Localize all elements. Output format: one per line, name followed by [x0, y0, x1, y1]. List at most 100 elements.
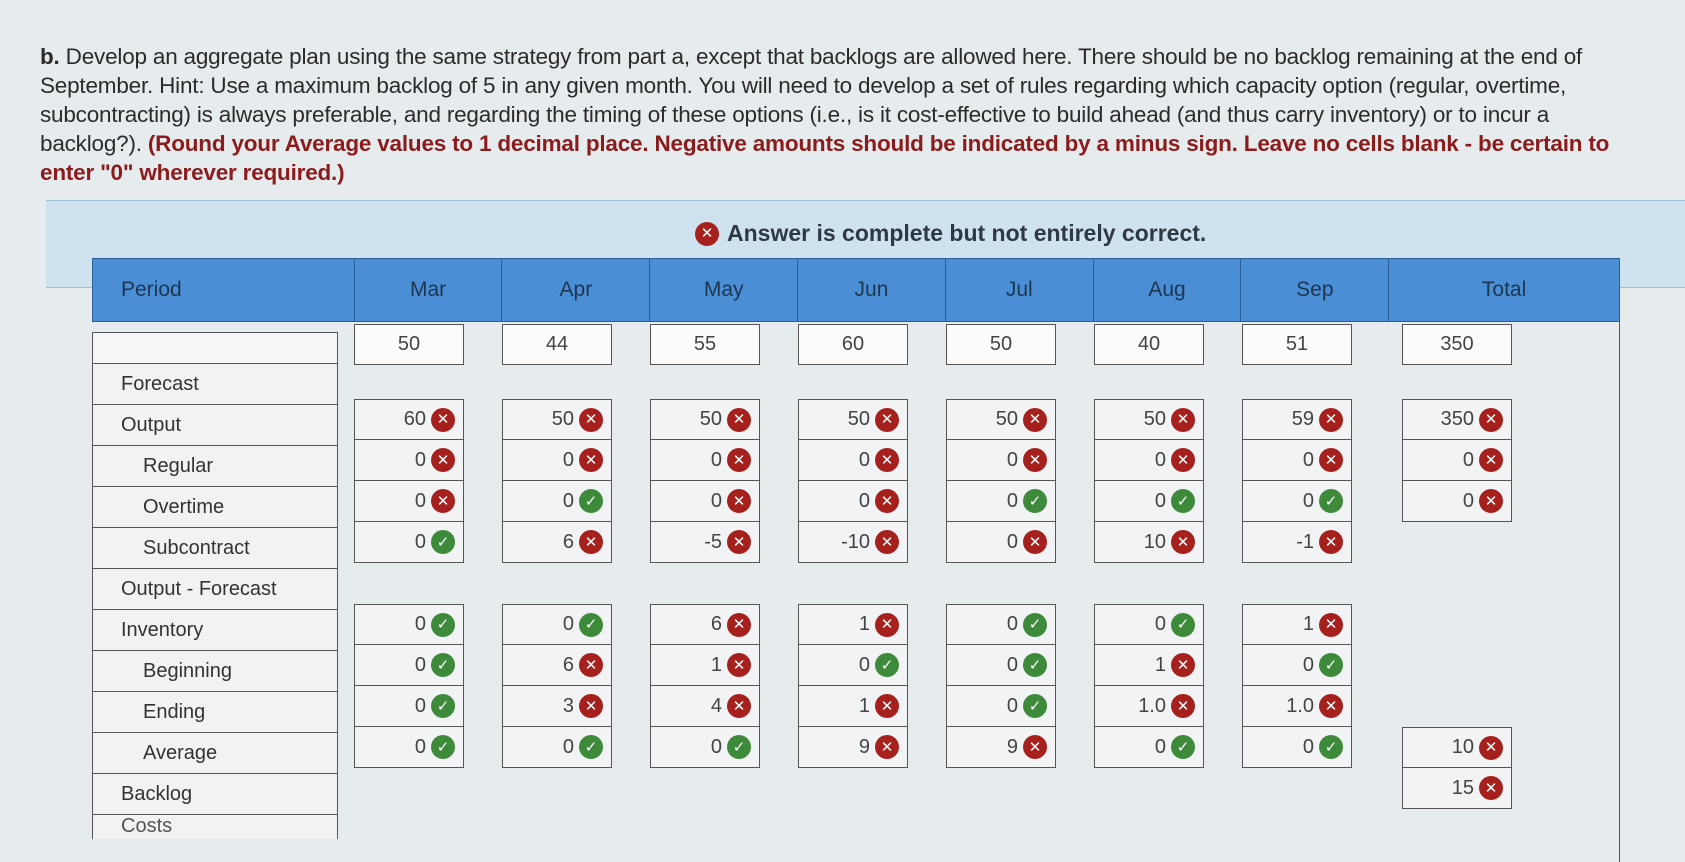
backlog-input[interactable]: 0 ✓ [354, 727, 464, 768]
regular-input[interactable]: 50 ✕ [650, 399, 760, 440]
beginning-input[interactable]: 0 ✓ [1094, 604, 1204, 645]
forecast-input-may[interactable]: 55 [650, 324, 760, 365]
overtime-input[interactable]: 0 ✕ [1094, 440, 1204, 481]
cell-value: 350 [1440, 333, 1474, 355]
average-input[interactable]: 1 ✕ [798, 686, 908, 727]
regular-input[interactable]: 50 ✕ [946, 399, 1056, 440]
cell-value: 0 [858, 489, 870, 512]
beginning-input[interactable]: 0 ✓ [502, 604, 612, 645]
output-minus-forecast-input[interactable]: 0 ✕ [946, 522, 1056, 563]
subcontract-input[interactable]: 0 ✕ [354, 481, 464, 522]
overtime-input[interactable]: 0 ✕ [946, 440, 1056, 481]
average-input[interactable]: 1.0 ✕ [1242, 686, 1352, 727]
forecast-input-apr[interactable]: 44 [502, 324, 612, 365]
total-average-input[interactable]: 10 ✕ [1402, 727, 1512, 768]
regular-input[interactable]: 50 ✕ [1094, 399, 1204, 440]
ending-input[interactable]: 0 ✓ [1242, 645, 1352, 686]
x-circle-icon: ✕ [1023, 735, 1047, 759]
cell-value: 0 [1006, 489, 1018, 512]
forecast-input-sep[interactable]: 51 [1242, 324, 1352, 365]
output-minus-forecast-input[interactable]: 0 ✓ [354, 522, 464, 563]
ending-input[interactable]: 1 ✕ [650, 645, 760, 686]
cell-value: 1.0 [1286, 694, 1314, 717]
forecast-input-aug[interactable]: 40 [1094, 324, 1204, 365]
check-circle-icon: ✓ [579, 612, 603, 637]
backlog-input[interactable]: 0 ✓ [650, 727, 760, 768]
x-circle-icon: ✕ [875, 407, 899, 432]
x-circle-icon: ✕ [727, 653, 751, 677]
x-circle-icon: ✕ [1171, 694, 1195, 718]
subcontract-input[interactable]: 0 ✓ [946, 481, 1056, 522]
beginning-input[interactable]: 1 ✕ [798, 604, 908, 645]
cell-value: 50 [847, 408, 870, 430]
ending-input[interactable]: 1 ✕ [1094, 645, 1204, 686]
overtime-input[interactable]: 0 ✕ [502, 440, 612, 481]
total-subcontract-input[interactable]: 0 ✕ [1402, 481, 1512, 522]
regular-input[interactable]: 50 ✕ [502, 399, 612, 440]
x-circle-icon: ✕ [1171, 407, 1195, 432]
x-circle-icon: ✕ [727, 612, 751, 637]
check-circle-icon: ✓ [727, 735, 751, 759]
cell-value: 1.0 [1138, 694, 1166, 717]
regular-input[interactable]: 50 ✕ [798, 399, 908, 440]
ending-input[interactable]: 0 ✓ [798, 645, 908, 686]
subcontract-input[interactable]: 0 ✓ [1242, 481, 1352, 522]
row-label-average: Average [93, 733, 337, 774]
cell-value: 0 [1302, 735, 1314, 758]
backlog-input[interactable]: 9 ✕ [946, 727, 1056, 768]
cell-value: 0 [1006, 613, 1018, 635]
cell-value: 60 [841, 333, 865, 355]
backlog-input[interactable]: 0 ✓ [502, 727, 612, 768]
column-jul: 50 50 ✕ 0 ✕ 0 ✓ 0 ✕ 0 ✓ 0 ✓ 0 ✓ 9 ✕ [946, 324, 1056, 768]
forecast-input-jul[interactable]: 50 [946, 324, 1056, 365]
overtime-input[interactable]: 0 ✕ [354, 440, 464, 481]
total-regular-input[interactable]: 350 ✕ [1402, 399, 1512, 440]
backlog-input[interactable]: 0 ✓ [1242, 727, 1352, 768]
output-minus-forecast-input[interactable]: -5 ✕ [650, 522, 760, 563]
overtime-input[interactable]: 0 ✕ [798, 440, 908, 481]
average-input[interactable]: 1.0 ✕ [1094, 686, 1204, 727]
forecast-input-mar[interactable]: 50 [354, 324, 464, 365]
subcontract-input[interactable]: 0 ✕ [798, 481, 908, 522]
output-minus-forecast-input[interactable]: 6 ✕ [502, 522, 612, 563]
regular-input[interactable]: 59 ✕ [1242, 399, 1352, 440]
beginning-input[interactable]: 6 ✕ [650, 604, 760, 645]
overtime-input[interactable]: 0 ✕ [1242, 440, 1352, 481]
beginning-input[interactable]: 1 ✕ [1242, 604, 1352, 645]
total-overtime-input[interactable]: 0 ✕ [1402, 440, 1512, 481]
ending-input[interactable]: 0 ✓ [946, 645, 1056, 686]
beginning-input[interactable]: 0 ✓ [946, 604, 1056, 645]
output-minus-forecast-input[interactable]: -1 ✕ [1242, 522, 1352, 563]
check-circle-icon: ✓ [579, 489, 603, 513]
cell-value: -5 [704, 530, 722, 553]
ending-input[interactable]: 0 ✓ [354, 645, 464, 686]
cell-value: 10 [1451, 736, 1474, 758]
forecast-input-jun[interactable]: 60 [798, 324, 908, 365]
overtime-input[interactable]: 0 ✕ [650, 440, 760, 481]
average-input[interactable]: 0 ✓ [354, 686, 464, 727]
backlog-input[interactable]: 9 ✕ [798, 727, 908, 768]
cell-value: 0 [414, 694, 426, 717]
beginning-input[interactable]: 0 ✓ [354, 604, 464, 645]
average-input[interactable]: 0 ✓ [946, 686, 1056, 727]
average-input[interactable]: 3 ✕ [502, 686, 612, 727]
subcontract-input[interactable]: 0 ✓ [1094, 481, 1204, 522]
cell-value: 10 [1143, 530, 1166, 553]
backlog-input[interactable]: 0 ✓ [1094, 727, 1204, 768]
ending-input[interactable]: 6 ✕ [502, 645, 612, 686]
cell-value: 0 [1154, 735, 1166, 758]
subcontract-input[interactable]: 0 ✕ [650, 481, 760, 522]
regular-input[interactable]: 60 ✕ [354, 399, 464, 440]
output-minus-forecast-input[interactable]: -10 ✕ [798, 522, 908, 563]
subcontract-input[interactable]: 0 ✓ [502, 481, 612, 522]
total-backlog-input[interactable]: 15 ✕ [1402, 768, 1512, 809]
x-circle-icon: ✕ [727, 694, 751, 718]
forecast-input-total[interactable]: 350 [1402, 324, 1512, 365]
average-input[interactable]: 4 ✕ [650, 686, 760, 727]
output-minus-forecast-input[interactable]: 10 ✕ [1094, 522, 1204, 563]
